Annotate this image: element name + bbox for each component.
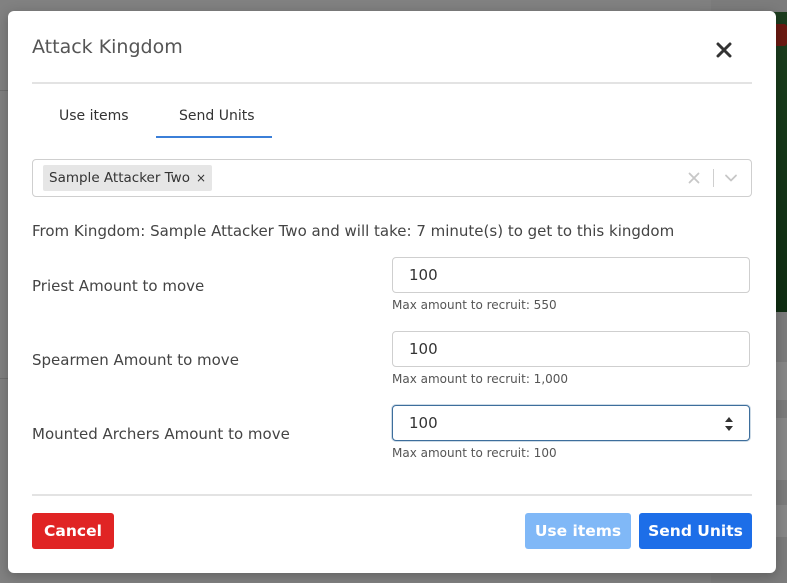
spearmen-max-help: Max amount to recruit: 1,000 <box>392 372 569 386</box>
clear-selection-button[interactable] <box>684 168 704 188</box>
spearmen-amount-value: 100 <box>409 340 438 358</box>
spearmen-amount-input[interactable]: 100 <box>392 331 750 367</box>
mounted-archers-max-help: Max amount to recruit: 100 <box>392 446 557 460</box>
close-button[interactable] <box>712 38 736 62</box>
travel-info-text: From Kingdom: Sample Attacker Two and wi… <box>32 222 675 240</box>
spearmen-label: Spearmen Amount to move <box>32 351 239 369</box>
tab-send-units[interactable]: Send Units <box>179 108 255 124</box>
header-divider <box>32 82 752 84</box>
clear-icon <box>688 172 700 184</box>
priest-amount-value: 100 <box>409 266 438 284</box>
active-tab-indicator <box>156 136 272 138</box>
background-divider <box>0 378 8 379</box>
modal-title: Attack Kingdom <box>32 36 183 58</box>
send-units-button[interactable]: Send Units <box>639 513 752 549</box>
priest-amount-input[interactable]: 100 <box>392 257 750 293</box>
selected-kingdom-chip: Sample Attacker Two × <box>43 165 212 191</box>
mounted-archers-label: Mounted Archers Amount to move <box>32 425 290 443</box>
chip-remove-button[interactable]: × <box>190 171 212 185</box>
priest-label: Priest Amount to move <box>32 277 205 295</box>
footer-divider <box>32 494 752 496</box>
chip-label: Sample Attacker Two <box>49 170 190 186</box>
tab-use-items[interactable]: Use items <box>59 108 129 124</box>
kingdom-select[interactable]: Sample Attacker Two × <box>32 159 752 197</box>
mounted-archers-amount-input[interactable]: 100 <box>392 405 750 441</box>
priest-max-help: Max amount to recruit: 550 <box>392 298 557 312</box>
cancel-button[interactable]: Cancel <box>32 513 114 549</box>
number-spinner-icon[interactable] <box>724 415 734 433</box>
dropdown-toggle[interactable] <box>721 168 741 188</box>
mounted-archers-amount-value: 100 <box>409 414 438 432</box>
use-items-button[interactable]: Use items <box>525 513 631 549</box>
close-icon <box>716 42 732 58</box>
chevron-down-icon <box>725 174 737 182</box>
attack-kingdom-modal: Attack Kingdom Use items Send Units Samp… <box>8 11 776 573</box>
select-separator <box>713 169 714 187</box>
